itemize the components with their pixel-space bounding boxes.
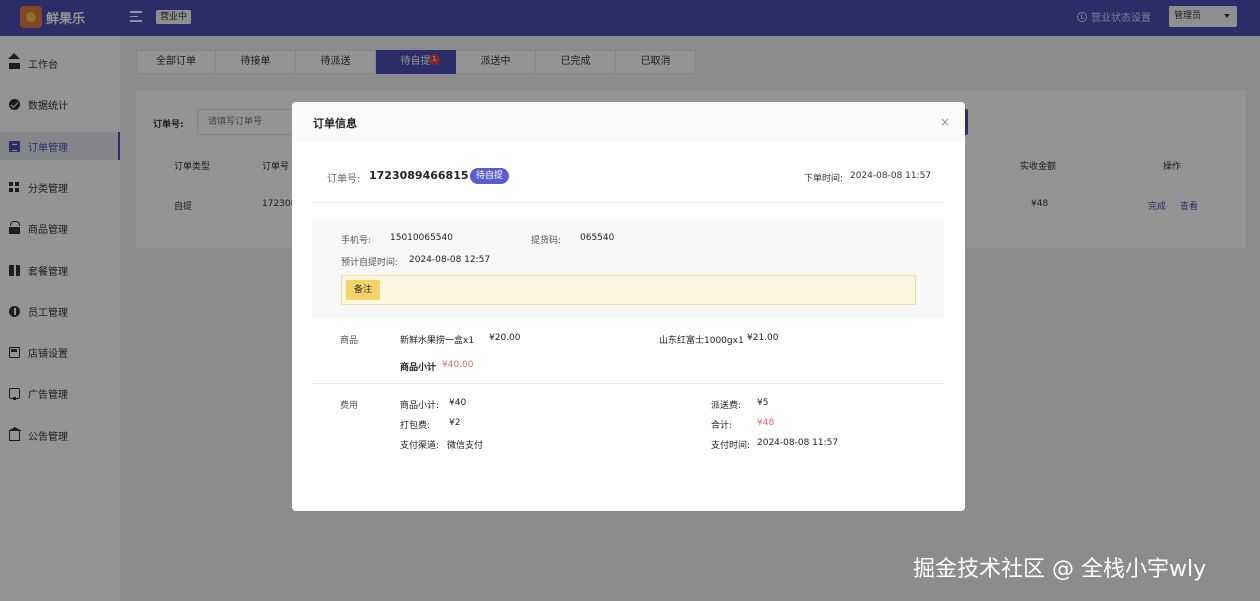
- pickup-time-label: 预计自提时间:: [341, 258, 399, 268]
- fee-subtotal-label: 商品小计:: [400, 401, 440, 411]
- dialog-title: 订单信息: [292, 102, 965, 142]
- close-icon[interactable]: ×: [940, 115, 950, 129]
- remark-box: 备注: [341, 275, 916, 305]
- total-value: ¥48: [757, 418, 775, 428]
- goods-item-price: ¥21.00: [747, 333, 779, 343]
- order-number-value: 1723089466815: [369, 169, 469, 182]
- payment-channel-value: 微信支付: [447, 441, 484, 451]
- phone-label: 手机号:: [341, 236, 372, 246]
- total-label: 合计:: [711, 421, 733, 431]
- fee-section-label: 费用: [340, 401, 359, 411]
- pickup-time-value: 2024-08-08 12:57: [409, 255, 491, 265]
- payment-channel-label: 支付渠道:: [400, 441, 440, 451]
- pickup-code-value: 065540: [580, 233, 615, 243]
- pickup-code-label: 提货码:: [531, 236, 562, 246]
- watermark-text: 掘金技术社区 @ 全栈小宇wly: [913, 557, 1207, 582]
- order-time-label: 下单时间:: [804, 174, 844, 184]
- packing-fee-value: ¥2: [449, 418, 461, 428]
- divider: [312, 202, 944, 203]
- divider: [312, 383, 944, 384]
- order-time-value: 2024-08-08 11:57: [850, 171, 932, 181]
- goods-item-name: 山东红富士1000gx1: [659, 336, 744, 346]
- goods-item-name: 新鲜水果捞一盒x1: [400, 336, 475, 346]
- order-info-dialog: 订单信息 × 订单号: 1723089466815 待自提 下单时间: 2024…: [292, 102, 965, 511]
- payment-time-label: 支付时间:: [711, 441, 751, 451]
- goods-item-price: ¥20.00: [489, 333, 521, 343]
- goods-subtotal-label: 商品小计: [400, 363, 437, 373]
- packing-fee-label: 打包费:: [400, 421, 431, 431]
- fee-subtotal-value: ¥40: [449, 398, 467, 408]
- order-status-badge: 待自提: [470, 168, 510, 184]
- goods-section-label: 商品: [340, 336, 359, 346]
- pickup-info-section: 手机号: 15010065540 提货码: 065540 预计自提时间: 202…: [312, 219, 944, 319]
- phone-value: 15010065540: [390, 233, 453, 243]
- remark-label: 备注: [346, 280, 381, 300]
- delivery-fee-value: ¥5: [757, 398, 769, 408]
- order-number-label: 订单号:: [327, 174, 361, 185]
- delivery-fee-label: 派送费:: [711, 401, 742, 411]
- payment-time-value: 2024-08-08 11:57: [757, 438, 839, 448]
- goods-subtotal-value: ¥40.00: [442, 360, 474, 370]
